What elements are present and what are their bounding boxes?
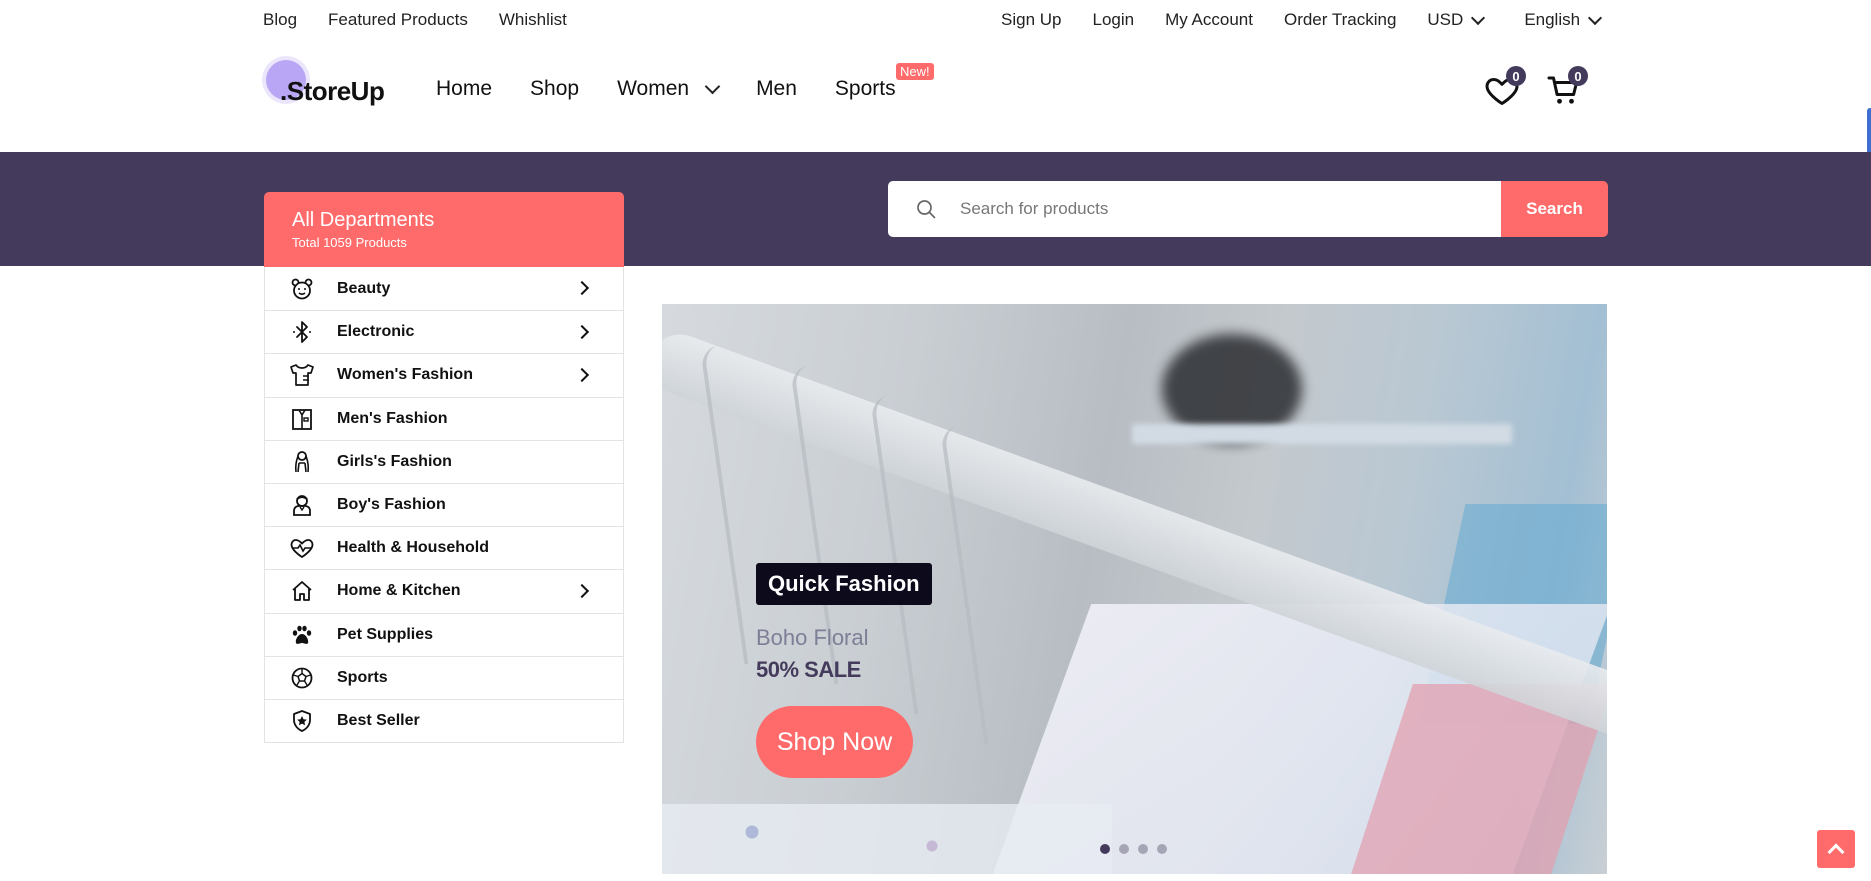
slider-dot[interactable]	[1119, 844, 1129, 854]
chevron-right-icon	[574, 280, 590, 296]
department-label: Boy's Fashion	[337, 496, 446, 514]
logo-text: .StoreUp	[280, 76, 385, 106]
hero-bg-floral	[662, 804, 1112, 874]
top-left-links: Blog Featured Products Whishlist	[263, 10, 567, 30]
nav-men[interactable]: Men	[756, 77, 797, 101]
department-womens-fashion[interactable]: Women's Fashion	[265, 353, 623, 396]
sign-up-link[interactable]: Sign Up	[1001, 10, 1061, 30]
wishlist-button[interactable]: 0	[1484, 66, 1526, 108]
all-departments-header[interactable]: All Departments Total 1059 Products	[264, 192, 624, 267]
paw-icon	[289, 622, 315, 648]
chevron-down-icon	[704, 78, 721, 95]
department-label: Pet Supplies	[337, 625, 434, 643]
main-nav: Home Shop Women Men Sports New!	[436, 63, 934, 101]
search-icon	[917, 200, 936, 219]
nav-sports[interactable]: Sports New!	[834, 63, 934, 101]
nav-women[interactable]: Women	[617, 77, 721, 101]
shirt-icon	[289, 406, 315, 432]
department-label: Home & Kitchen	[337, 582, 461, 600]
nav-home[interactable]: Home	[436, 77, 492, 101]
nav-women-label: Women	[617, 77, 690, 100]
soccer-ball-icon	[289, 665, 315, 691]
currency-dropdown[interactable]: USD	[1427, 10, 1486, 30]
boy-icon	[289, 492, 315, 518]
chevron-right-icon	[574, 368, 590, 383]
hero-tag: Quick Fashion	[756, 563, 932, 605]
department-beauty[interactable]: Beauty	[265, 267, 623, 310]
shop-now-button[interactable]: Shop Now	[756, 706, 913, 778]
search-box	[888, 181, 1501, 237]
top-right-links: Sign Up Login My Account Order Tracking …	[1001, 10, 1603, 30]
top-bar: Blog Featured Products Whishlist Sign Up…	[0, 0, 1871, 40]
heartbeat-icon	[289, 535, 315, 561]
slider-dot[interactable]	[1100, 844, 1110, 854]
cart-button[interactable]: 0	[1546, 66, 1588, 108]
departments-subtitle: Total 1059 Products	[292, 235, 407, 250]
featured-products-link[interactable]: Featured Products	[328, 10, 468, 30]
department-electronic[interactable]: Electronic	[265, 310, 623, 353]
nav-shop[interactable]: Shop	[530, 77, 579, 101]
department-boys-fashion[interactable]: Boy's Fashion	[265, 482, 623, 526]
department-home-kitchen[interactable]: Home & Kitchen	[265, 569, 623, 612]
bear-icon	[289, 276, 315, 302]
dress-icon	[289, 362, 315, 388]
chevron-right-icon	[574, 325, 590, 340]
blog-link[interactable]: Blog	[263, 10, 297, 30]
girl-icon	[289, 449, 315, 475]
currency-value: USD	[1427, 10, 1464, 29]
department-label: Girls's Fashion	[337, 452, 452, 470]
search-button[interactable]: Search	[1501, 181, 1608, 237]
department-mens-fashion[interactable]: Men's Fashion	[265, 396, 623, 440]
hero-subtitle: Boho Floral	[756, 625, 869, 650]
chevron-down-icon	[1471, 10, 1486, 25]
hero-sale: 50% SALE	[756, 657, 861, 682]
chevron-right-icon	[574, 584, 590, 599]
chevron-down-icon	[1588, 10, 1603, 25]
wishlist-count: 0	[1506, 66, 1526, 86]
hero-banner: Quick Fashion Boho Floral 50% SALE Shop …	[662, 304, 1607, 874]
departments-title: All Departments	[292, 209, 435, 231]
search-bar: Search	[888, 181, 1608, 237]
chevron-up-icon	[1827, 843, 1845, 861]
slider-dots	[1100, 844, 1167, 854]
department-label: Men's Fashion	[337, 409, 448, 427]
new-badge: New!	[896, 63, 934, 80]
departments-list: Beauty Electronic Women's Fashion Men's …	[264, 267, 624, 744]
login-link[interactable]: Login	[1092, 10, 1134, 30]
order-tracking-link[interactable]: Order Tracking	[1284, 10, 1396, 30]
home-icon	[289, 578, 315, 604]
main-header: .StoreUp Home Shop Women Men Sports New!…	[0, 40, 1871, 164]
search-input[interactable]	[960, 199, 1440, 219]
department-label: Health & Household	[337, 539, 490, 557]
department-pet-supplies[interactable]: Pet Supplies	[265, 612, 623, 656]
logo[interactable]: .StoreUp	[266, 60, 396, 110]
department-label: Sports	[337, 668, 388, 686]
language-dropdown[interactable]: English	[1524, 10, 1603, 30]
slider-dot[interactable]	[1138, 844, 1148, 854]
wishlist-link[interactable]: Whishlist	[499, 10, 567, 30]
language-value: English	[1524, 10, 1581, 29]
department-best-seller[interactable]: Best Seller	[265, 698, 623, 742]
slider-dot[interactable]	[1157, 844, 1167, 854]
star-shield-icon	[289, 708, 315, 734]
bluetooth-icon	[289, 319, 315, 345]
cart-count: 0	[1568, 66, 1588, 86]
department-label: Beauty	[337, 279, 391, 297]
department-label: Best Seller	[337, 711, 420, 729]
my-account-link[interactable]: My Account	[1165, 10, 1253, 30]
department-health-household[interactable]: Health & Household	[265, 526, 623, 569]
department-label: Electronic	[337, 323, 415, 341]
nav-sports-label: Sports	[834, 77, 896, 100]
department-label: Women's Fashion	[337, 366, 473, 384]
hero-bg-shelf	[1132, 424, 1512, 444]
department-sports[interactable]: Sports	[265, 655, 623, 699]
department-girls-fashion[interactable]: Girls's Fashion	[265, 439, 623, 483]
back-to-top-button[interactable]	[1817, 830, 1855, 868]
